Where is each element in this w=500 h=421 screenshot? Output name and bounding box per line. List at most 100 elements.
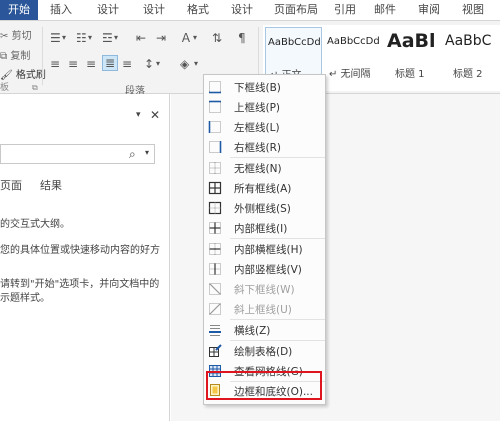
tab-results[interactable]: 结果 — [40, 177, 62, 193]
menu-item-label: 斜下框线(W) — [234, 284, 295, 296]
tab-mailings[interactable]: 邮件 — [368, 0, 402, 20]
right-border-icon — [209, 141, 222, 153]
chevron-down-icon[interactable]: ▾ — [62, 31, 66, 45]
decrease-indent-icon[interactable]: ⇤ — [136, 31, 146, 45]
bottom-border-icon — [209, 81, 221, 94]
menu-item-inside-vertical-border[interactable]: 内部竖框线(V) — [204, 259, 325, 279]
tab-references[interactable]: 引用 — [328, 0, 362, 20]
shading-icon[interactable]: ◈ — [180, 57, 189, 71]
menu-item-label: 内部框线(I) — [234, 223, 288, 235]
style-no-spacing[interactable]: AaBbCcDd ↵ 无间隔 — [325, 27, 382, 85]
cut-label: 剪切 — [11, 31, 32, 42]
menu-item-all-borders[interactable]: 所有框线(A) — [204, 178, 325, 198]
chevron-down-icon[interactable]: ▾ — [156, 57, 160, 71]
inside-horizontal-border-icon — [209, 243, 221, 255]
ribbon-tabs: 开始 插入 设计 设计 格式 设计 页面布局 引用 邮件 审阅 视图 — [0, 0, 500, 20]
copy-button[interactable]: ⧉ 复制 — [0, 47, 30, 62]
style-name: 标题 1 — [395, 69, 425, 80]
menu-item-diagonal-down-border[interactable]: 斜下框线(W) — [204, 279, 325, 299]
style-sample: AaBl — [387, 30, 436, 52]
navigation-pane: ▾ ✕ ⌕ ▾ 页面 结果 的交互式大纲。 您的具体位置或快速移动内容的好方 请… — [0, 94, 170, 421]
tab-home[interactable]: 开始 — [0, 0, 38, 20]
close-icon[interactable]: ✕ — [150, 108, 160, 122]
align-center-icon[interactable]: ≡ — [68, 57, 78, 71]
style-sample: AaBbCcDd — [327, 36, 380, 47]
style-heading-1[interactable]: AaBl 标题 1 — [385, 27, 439, 85]
menu-item-label: 内部竖框线(V) — [234, 264, 302, 276]
increase-indent-icon[interactable]: ⇥ — [156, 31, 166, 45]
menu-item-label: 外侧框线(S) — [234, 203, 291, 215]
group-separator — [42, 27, 43, 85]
inside-borders-icon — [209, 222, 221, 234]
tab-design-2[interactable]: 设计 — [134, 0, 174, 20]
sort-icon[interactable]: ⇅ — [212, 31, 222, 45]
tab-page-layout[interactable]: 页面布局 — [266, 0, 326, 20]
align-left-icon[interactable]: ≡ — [50, 57, 60, 71]
distributed-icon[interactable]: ≡ — [122, 57, 132, 71]
multilevel-list-icon[interactable]: ☲ — [102, 31, 113, 45]
nav-hint-text: 的交互式大纲。 — [0, 219, 70, 230]
menu-item-label: 上框线(P) — [234, 102, 281, 114]
menu-item-right-border[interactable]: 右框线(R) — [204, 137, 325, 157]
chevron-down-icon[interactable]: ▾ — [193, 31, 197, 45]
style-sample: AaBbC — [445, 33, 492, 49]
tab-design[interactable]: 设计 — [88, 0, 128, 20]
draw-table-icon — [209, 344, 222, 357]
top-border-icon — [209, 100, 221, 113]
format-painter-button[interactable]: 🖌 格式刷 — [0, 66, 46, 81]
menu-item-no-border[interactable]: 无框线(N) — [204, 158, 325, 178]
no-border-icon — [209, 162, 221, 174]
left-border-icon — [208, 121, 221, 133]
style-name: ↵ 无间隔 — [329, 69, 371, 80]
style-heading-2[interactable]: AaBbC 标题 2 — [443, 27, 500, 85]
highlight-box — [206, 371, 322, 400]
menu-item-horizontal-line[interactable]: 横线(Z) — [204, 320, 325, 340]
asian-layout-icon[interactable]: Ａ — [180, 31, 192, 45]
chevron-down-icon[interactable]: ▾ — [194, 57, 198, 71]
tab-pages[interactable]: 页面 — [0, 177, 22, 193]
menu-item-diagonal-up-border[interactable]: 斜上框线(U) — [204, 299, 325, 319]
justify-icon[interactable]: ≣ — [102, 55, 119, 71]
tab-format[interactable]: 格式 — [178, 0, 218, 20]
show-marks-icon[interactable]: ¶ — [238, 31, 246, 45]
bullets-icon[interactable]: ☰ — [50, 31, 61, 45]
menu-item-label: 内部横框线(H) — [234, 244, 303, 256]
nav-hint-text: 请转到"开始"选项卡，并向文档中的 — [0, 279, 160, 290]
menu-item-outside-borders[interactable]: 外侧框线(S) — [204, 198, 325, 218]
scissors-icon: ✂ — [0, 31, 9, 42]
pane-options-icon[interactable]: ▾ — [136, 110, 141, 120]
chevron-down-icon[interactable]: ▾ — [88, 31, 92, 45]
menu-item-inside-borders[interactable]: 内部框线(I) — [204, 218, 325, 238]
dialog-launcher-icon[interactable]: ⧉ — [32, 81, 38, 95]
menu-item-label: 绘制表格(D) — [234, 346, 293, 358]
menu-item-label: 右框线(R) — [234, 142, 281, 154]
chevron-down-icon[interactable]: ▾ — [145, 148, 149, 157]
borders-dropdown-menu: 下框线(B) 上框线(P) 左框线(L) 右框线(R) 无框线(N) 所有框线(… — [203, 74, 326, 405]
tab-design-3[interactable]: 设计 — [222, 0, 262, 20]
tab-view[interactable]: 视图 — [456, 0, 490, 20]
menu-item-bottom-border[interactable]: 下框线(B) — [204, 77, 325, 97]
line-spacing-icon[interactable]: ↕ — [144, 57, 154, 71]
menu-item-top-border[interactable]: 上框线(P) — [204, 97, 325, 117]
all-borders-icon — [208, 181, 222, 195]
numbering-icon[interactable]: ☷ — [76, 31, 87, 45]
cut-button[interactable]: ✂ 剪切 — [0, 27, 32, 42]
horizontal-line-icon — [209, 325, 221, 336]
search-input[interactable]: ⌕ ▾ — [0, 144, 155, 164]
diagonal-down-border-icon — [209, 283, 221, 295]
align-right-icon[interactable]: ≡ — [86, 57, 96, 71]
nav-hint-text: 您的具体位置或快速移动内容的好方 — [0, 245, 160, 256]
menu-item-inside-horizontal-border[interactable]: 内部横框线(H) — [204, 239, 325, 259]
style-name: 标题 2 — [453, 69, 483, 80]
menu-item-draw-table[interactable]: 绘制表格(D) — [204, 341, 325, 361]
diagonal-up-border-icon — [209, 303, 221, 315]
style-sample: AaBbCcDd — [268, 37, 321, 48]
tab-insert[interactable]: 插入 — [44, 0, 78, 20]
tab-review[interactable]: 审阅 — [412, 0, 446, 20]
brush-icon: 🖌 — [0, 70, 13, 81]
menu-item-label: 斜上框线(U) — [234, 304, 292, 316]
menu-item-left-border[interactable]: 左框线(L) — [204, 117, 325, 137]
chevron-down-icon[interactable]: ▾ — [114, 31, 118, 45]
menu-item-label: 左框线(L) — [234, 122, 280, 134]
inside-vertical-border-icon — [209, 263, 221, 275]
